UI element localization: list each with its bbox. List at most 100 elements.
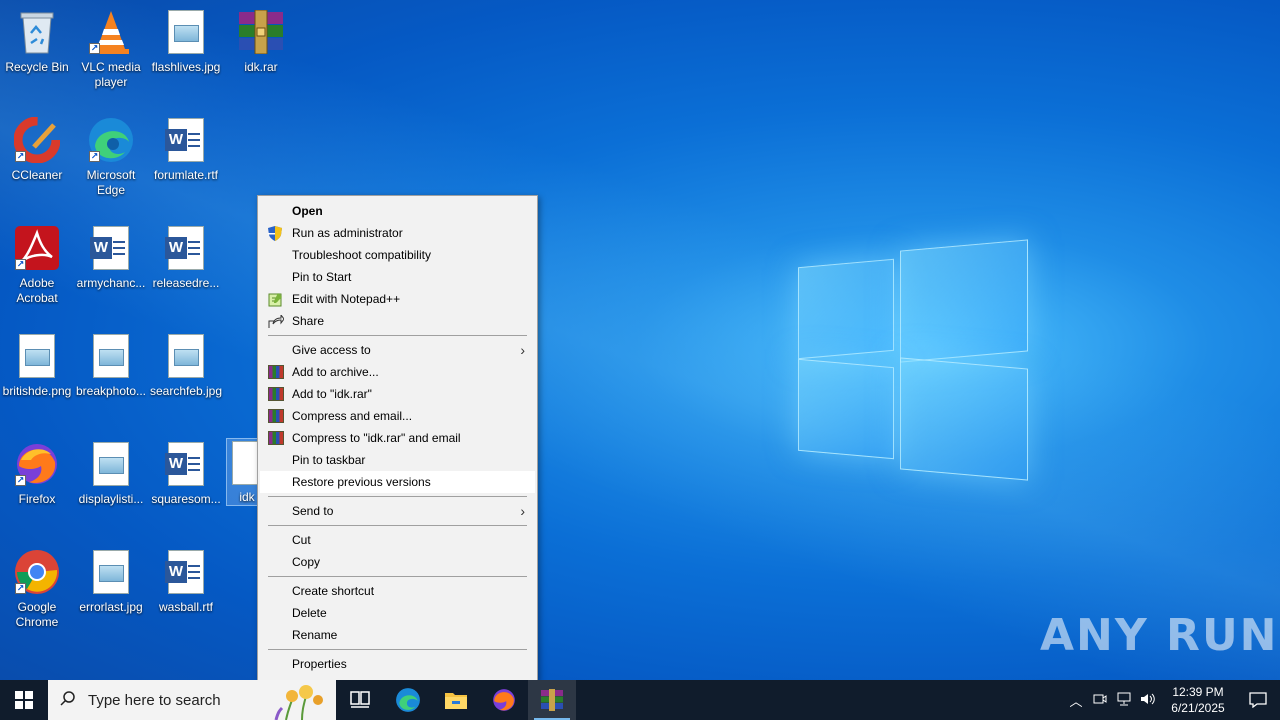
menu-item-label: Run as administrator	[292, 226, 403, 240]
notification-icon	[1249, 692, 1267, 708]
menu-item-delete[interactable]: Delete	[260, 602, 535, 624]
task-view-icon	[350, 691, 370, 708]
desktop-icon-idk-rar[interactable]: idk.rar	[225, 8, 297, 75]
word-document-icon: W	[87, 224, 135, 272]
menu-item-label: Open	[292, 204, 323, 218]
windows-logo-wallpaper	[780, 235, 1040, 485]
system-tray: ︿ 12:39 PM 6/21/2025	[1064, 680, 1280, 720]
desktop-icon-vlc[interactable]: ↗ VLC media player	[75, 8, 147, 90]
acrobat-icon: ↗	[13, 224, 61, 272]
taskbar-edge[interactable]	[384, 680, 432, 720]
menu-item-compress-and-email[interactable]: Compress and email...	[260, 405, 535, 427]
taskbar-clock[interactable]: 12:39 PM 6/21/2025	[1160, 684, 1236, 716]
desktop-icon-searchfeb[interactable]: searchfeb.jpg	[150, 332, 222, 399]
desktop-icon-ccleaner[interactable]: ↗ CCleaner	[1, 116, 73, 183]
desktop-icon-forumlate[interactable]: W forumlate.rtf	[150, 116, 222, 183]
desktop-icon-displaylisti[interactable]: displaylisti...	[75, 440, 147, 507]
search-highlight-flowers-icon	[266, 682, 330, 720]
menu-item-cut[interactable]: Cut	[260, 529, 535, 551]
desktop-icon-label: wasball.rtf	[158, 600, 214, 614]
desktop-icon-firefox[interactable]: ↗ Firefox	[1, 440, 73, 507]
menu-item-troubleshoot-compatibility[interactable]: Troubleshoot compatibility	[260, 244, 535, 266]
shortcut-arrow-icon: ↗	[15, 475, 26, 486]
menu-item-label: Compress to "idk.rar" and email	[292, 431, 461, 445]
menu-item-label: Pin to Start	[292, 270, 352, 284]
desktop-icon-armychanc[interactable]: W armychanc...	[75, 224, 147, 291]
image-file-icon	[87, 332, 135, 380]
desktop-icon-recycle-bin[interactable]: Recycle Bin	[1, 8, 73, 75]
menu-item-pin-to-taskbar[interactable]: Pin to taskbar	[260, 449, 535, 471]
context-menu: Open Run as administrator Troubleshoot c…	[257, 195, 538, 681]
taskbar-search-box[interactable]: Type here to search	[48, 680, 336, 720]
menu-item-label: Give access to	[292, 343, 371, 357]
winrar-archive-icon	[237, 8, 285, 56]
meet-now-icon[interactable]	[1088, 692, 1112, 709]
volume-icon[interactable]	[1136, 692, 1160, 709]
menu-item-label: Share	[292, 314, 325, 328]
menu-item-compress-to-idk-rar-and-email[interactable]: Compress to "idk.rar" and email	[260, 427, 535, 449]
taskbar-firefox[interactable]	[480, 680, 528, 720]
desktop-icon-flashlives[interactable]: flashlives.jpg	[150, 8, 222, 75]
taskbar-winrar[interactable]	[528, 680, 576, 720]
menu-item-label: Add to archive...	[292, 365, 379, 379]
menu-item-open[interactable]: Open	[260, 200, 535, 222]
menu-item-properties[interactable]: Properties	[260, 653, 535, 675]
start-button[interactable]	[0, 680, 48, 720]
desktop-icon-label: searchfeb.jpg	[149, 384, 223, 398]
desktop-icon-errorlast[interactable]: errorlast.jpg	[75, 548, 147, 615]
menu-item-label: Add to "idk.rar"	[292, 387, 372, 401]
image-file-icon	[87, 548, 135, 596]
menu-item-label: Properties	[292, 657, 347, 671]
desktop-icon-idk-selected[interactable]: idk	[226, 438, 258, 506]
winrar-icon	[268, 409, 284, 423]
desktop-icon-label: Google Chrome	[15, 600, 59, 629]
desktop-icon-releasedre[interactable]: W releasedre...	[150, 224, 222, 291]
winrar-icon	[268, 365, 284, 379]
menu-item-copy[interactable]: Copy	[260, 551, 535, 573]
menu-item-run-as-administrator[interactable]: Run as administrator	[260, 222, 535, 244]
desktop-icon-britishde[interactable]: britishde.png	[1, 332, 73, 399]
desktop-icon-label: Recycle Bin	[5, 60, 69, 74]
menu-separator	[268, 649, 527, 650]
taskbar-file-explorer[interactable]	[432, 680, 480, 720]
action-center-button[interactable]	[1236, 692, 1280, 708]
recycle-bin-icon	[13, 8, 61, 56]
desktop-icon-breakphoto[interactable]: breakphoto...	[75, 332, 147, 399]
menu-item-label: Copy	[292, 555, 321, 569]
menu-item-pin-to-start[interactable]: Pin to Start	[260, 266, 535, 288]
menu-item-send-to[interactable]: Send to ›	[260, 500, 535, 522]
menu-item-share[interactable]: Share	[260, 310, 535, 332]
menu-item-label: Create shortcut	[292, 584, 375, 598]
menu-item-rename[interactable]: Rename	[260, 624, 535, 646]
menu-item-give-access-to[interactable]: Give access to ›	[260, 339, 535, 361]
desktop-icon-label: CCleaner	[11, 168, 63, 182]
menu-item-label: Send to	[292, 504, 334, 518]
desktop-icon-label: Firefox	[18, 492, 56, 506]
image-file-icon	[87, 440, 135, 488]
desktop-icon-edge[interactable]: ↗ Microsoft Edge	[75, 116, 147, 198]
menu-item-edit-with-notepad[interactable]: Edit with Notepad++	[260, 288, 535, 310]
desktop-icon-acrobat[interactable]: ↗ Adobe Acrobat	[1, 224, 73, 306]
menu-item-add-to-archive[interactable]: Add to archive...	[260, 361, 535, 383]
file-icon	[227, 439, 257, 486]
shortcut-arrow-icon: ↗	[15, 259, 26, 270]
menu-item-label: Troubleshoot compatibility	[292, 248, 431, 262]
desktop-icon-wasball[interactable]: W wasball.rtf	[150, 548, 222, 615]
desktop-icon-label: breakphoto...	[75, 384, 147, 398]
winrar-icon	[541, 689, 563, 711]
show-hidden-icons-chevron-icon[interactable]: ︿	[1064, 691, 1088, 710]
submenu-arrow-icon: ›	[520, 342, 525, 358]
desktop-icon-chrome[interactable]: ↗ Google Chrome	[1, 548, 73, 630]
menu-item-restore-previous-versions[interactable]: Restore previous versions	[260, 471, 535, 493]
taskbar-task-view[interactable]	[336, 680, 384, 720]
firefox-icon: ↗	[13, 440, 61, 488]
menu-item-add-to-idk-rar[interactable]: Add to "idk.rar"	[260, 383, 535, 405]
desktop-icon-squaresom[interactable]: W squaresom...	[150, 440, 222, 507]
menu-item-create-shortcut[interactable]: Create shortcut	[260, 580, 535, 602]
word-document-icon: W	[162, 116, 210, 164]
menu-item-label: Edit with Notepad++	[292, 292, 401, 306]
menu-separator	[268, 576, 527, 577]
image-file-icon	[162, 332, 210, 380]
network-icon[interactable]	[1112, 692, 1136, 709]
desktop-icon-label: Adobe Acrobat	[16, 276, 58, 305]
